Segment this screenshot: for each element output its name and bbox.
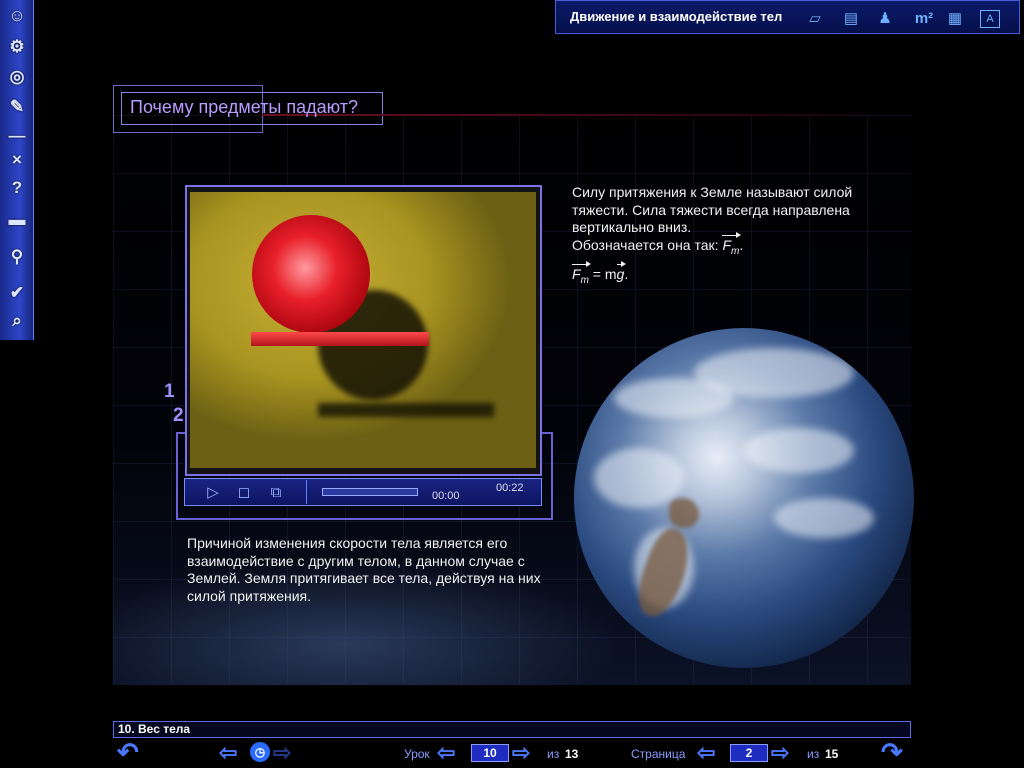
marker-2[interactable]: 2 — [173, 405, 184, 427]
lesson-title: 10. Вес тела — [118, 722, 191, 736]
lesson-title-bar — [113, 721, 911, 738]
title-underline — [262, 114, 912, 116]
lesson-of-label: из — [547, 747, 560, 761]
video-separator — [306, 480, 307, 504]
red-ball — [252, 215, 370, 333]
paragraph-interaction: Причиной изменения скорости тела являетс… — [187, 535, 541, 604]
paragraph-gravity: Силу притяжения к Земле называют силой т… — [572, 184, 892, 289]
window-icon[interactable]: ⧉ — [266, 482, 286, 502]
people-icon[interactable]: ☺ — [3, 2, 31, 30]
earth-image — [574, 328, 914, 668]
lesson-number[interactable]: 10 — [471, 744, 509, 762]
forward-arrow-icon[interactable]: ↷ — [881, 739, 903, 765]
book-icon[interactable]: ▬ — [3, 206, 31, 234]
marker-1[interactable]: 1 — [164, 381, 175, 403]
page-prev-icon[interactable]: ⇦ — [697, 742, 715, 764]
page-of-label: из — [807, 747, 820, 761]
close-icon[interactable]: × — [3, 146, 31, 174]
window-title: Движение и взаимодействие тел — [570, 9, 783, 24]
font-icon[interactable]: A — [980, 10, 1000, 28]
magnifier-icon[interactable]: ⌕ — [3, 307, 31, 335]
time-total: 00:22 — [496, 482, 524, 494]
navigation-bar: ↶ ⇦ ◷ ⇨ Урок ⇦ 10 ⇨ из 13 Страница ⇦ 2 ⇨… — [113, 738, 911, 768]
person-icon[interactable]: ♟ — [874, 7, 896, 29]
paragraph-text: Силу притяжения к Земле называют силой т… — [572, 184, 853, 235]
red-shelf — [251, 332, 429, 346]
lesson-label: Урок — [404, 747, 430, 761]
pin-icon[interactable]: ⚲ — [3, 243, 31, 271]
page-total: 15 — [825, 747, 839, 761]
shelf-shadow — [318, 403, 494, 417]
prev-arrow-icon[interactable]: ⇦ — [219, 742, 237, 764]
page-next-icon[interactable]: ⇨ — [771, 742, 789, 764]
page-icon[interactable]: ▤ — [840, 7, 862, 29]
units-icon[interactable]: m² — [908, 7, 940, 29]
next-arrow-disabled-icon: ⇨ — [273, 740, 292, 765]
help-icon[interactable]: ? — [3, 174, 31, 202]
check-icon[interactable]: ✔ — [3, 279, 31, 307]
force-symbol: Fт — [722, 231, 742, 260]
lesson-prev-icon[interactable]: ⇦ — [437, 742, 455, 764]
page-number[interactable]: 2 — [730, 744, 768, 762]
left-toolbar: ☺ ⚙ ◎ ✎ — × ? ▬ ⚲ ✔ ⌕ — [0, 0, 34, 340]
pen-icon[interactable]: ✎ — [3, 93, 31, 121]
notepad-icon[interactable]: ▱ — [804, 7, 826, 29]
formula: Fт = mg. — [572, 260, 628, 289]
play-icon[interactable]: ▷ — [203, 482, 223, 502]
time-current: 00:00 — [432, 490, 460, 502]
discs-icon[interactable]: ◎ — [3, 63, 31, 91]
video-progress[interactable] — [322, 488, 418, 496]
lesson-total: 13 — [565, 747, 579, 761]
back-arrow-icon[interactable]: ↶ — [117, 739, 139, 765]
lesson-next-icon[interactable]: ⇨ — [512, 742, 530, 764]
stop-icon[interactable]: ◻ — [234, 482, 254, 502]
page-label: Страница — [631, 747, 686, 761]
gears-icon[interactable]: ⚙ — [3, 33, 31, 61]
notation-prefix: Обозначается она так: — [572, 236, 723, 253]
table-icon[interactable]: ▦ — [944, 7, 966, 29]
top-toolbar: Движение и взаимодействие тел ▱ ▤ ♟ m² ▦… — [555, 0, 1020, 34]
page-title: Почему предметы падают? — [130, 97, 358, 117]
clock-icon[interactable]: ◷ — [250, 742, 270, 762]
